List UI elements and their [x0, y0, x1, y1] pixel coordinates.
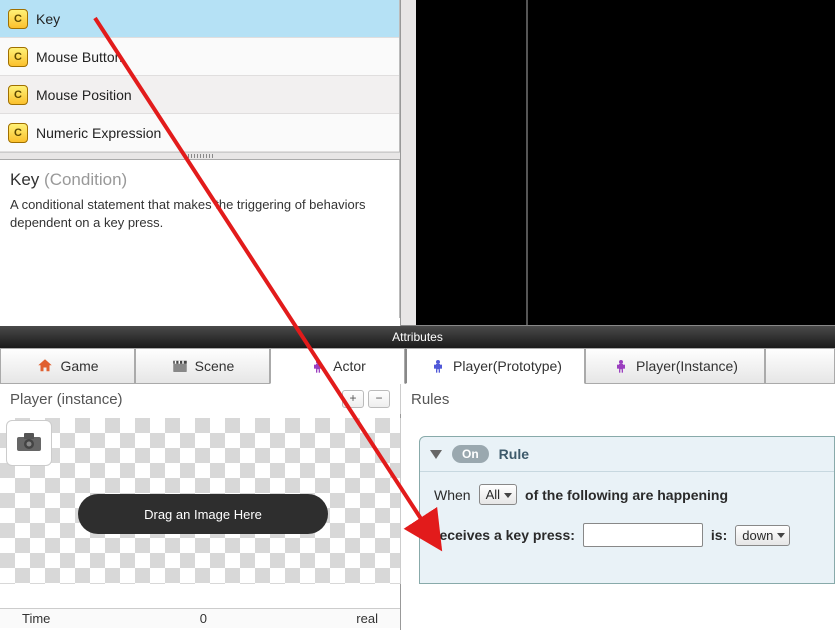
timeline-time-label: Time: [22, 611, 50, 626]
when-tail-label: of the following are happening: [525, 487, 728, 503]
home-icon: [36, 357, 54, 375]
tab-label: Actor: [333, 358, 366, 374]
description-title: Key (Condition): [10, 170, 389, 190]
description-text: A conditional statement that makes the t…: [10, 196, 389, 231]
remove-button[interactable]: −: [368, 390, 390, 408]
key-state-select[interactable]: down: [735, 525, 790, 546]
tab-scene[interactable]: Scene: [135, 348, 270, 384]
when-label: When: [434, 487, 471, 503]
resize-handle[interactable]: [0, 152, 400, 160]
condition-icon: C: [8, 47, 28, 67]
rule-title: Rule: [499, 446, 529, 462]
tab-actor[interactable]: Actor: [270, 348, 405, 384]
tab-player-prototype[interactable]: Player(Prototype): [405, 348, 585, 384]
condition-icon: C: [8, 9, 28, 29]
person-icon: [429, 357, 447, 375]
attributes-bar: Attributes: [0, 326, 835, 348]
condition-label: Mouse Position: [36, 87, 132, 103]
key-input[interactable]: [583, 523, 703, 547]
when-mode-select[interactable]: All: [479, 484, 517, 505]
tab-label: Game: [60, 358, 98, 374]
condition-item-mouse-button[interactable]: C Mouse Button: [0, 38, 399, 76]
condition-icon: C: [8, 85, 28, 105]
drag-image-placeholder: Drag an Image Here: [78, 494, 328, 534]
person-icon: [612, 357, 630, 375]
rule-header[interactable]: On Rule: [420, 437, 834, 472]
condition-item-mouse-position[interactable]: C Mouse Position: [0, 76, 399, 114]
tab-player-instance[interactable]: Player(Instance): [585, 348, 765, 384]
add-button[interactable]: +: [342, 390, 364, 408]
description-title-sub: (Condition): [44, 170, 127, 189]
tab-label: Scene: [195, 358, 235, 374]
stage-preview[interactable]: [401, 0, 835, 326]
condition-item-key[interactable]: C Key: [0, 0, 399, 38]
instance-title: Player (instance): [10, 391, 123, 408]
tab-label: Player(Instance): [636, 358, 738, 374]
actor-thumbnail[interactable]: [6, 420, 52, 466]
timeline-type-label: real: [356, 611, 378, 626]
timeline-value: 0: [200, 611, 207, 626]
rule-panel: On Rule When All of the following are ha…: [419, 436, 835, 584]
person-icon: [309, 357, 327, 375]
clapper-icon: [171, 357, 189, 375]
description-title-main: Key: [10, 170, 39, 189]
rule-enabled-toggle[interactable]: On: [452, 445, 489, 463]
condition-label: Key: [36, 11, 60, 27]
collapse-icon[interactable]: [430, 450, 442, 459]
actor-image-drop[interactable]: Drag an Image Here: [0, 418, 400, 584]
conditions-list: C Key C Mouse Button C Mouse Position C …: [0, 0, 400, 152]
condition-label: Mouse Button: [36, 49, 122, 65]
condition-icon: C: [8, 123, 28, 143]
tab-game[interactable]: Game: [0, 348, 135, 384]
rules-header: Rules: [411, 391, 449, 408]
tab-label: Player(Prototype): [453, 358, 562, 374]
is-label: is:: [711, 527, 727, 543]
condition-item-numeric-expression[interactable]: C Numeric Expression: [0, 114, 399, 152]
tab-blank: [765, 348, 835, 384]
condition-key-label: receives a key press:: [434, 527, 575, 543]
condition-label: Numeric Expression: [36, 125, 161, 141]
description-panel: Key (Condition) A conditional statement …: [0, 160, 400, 318]
